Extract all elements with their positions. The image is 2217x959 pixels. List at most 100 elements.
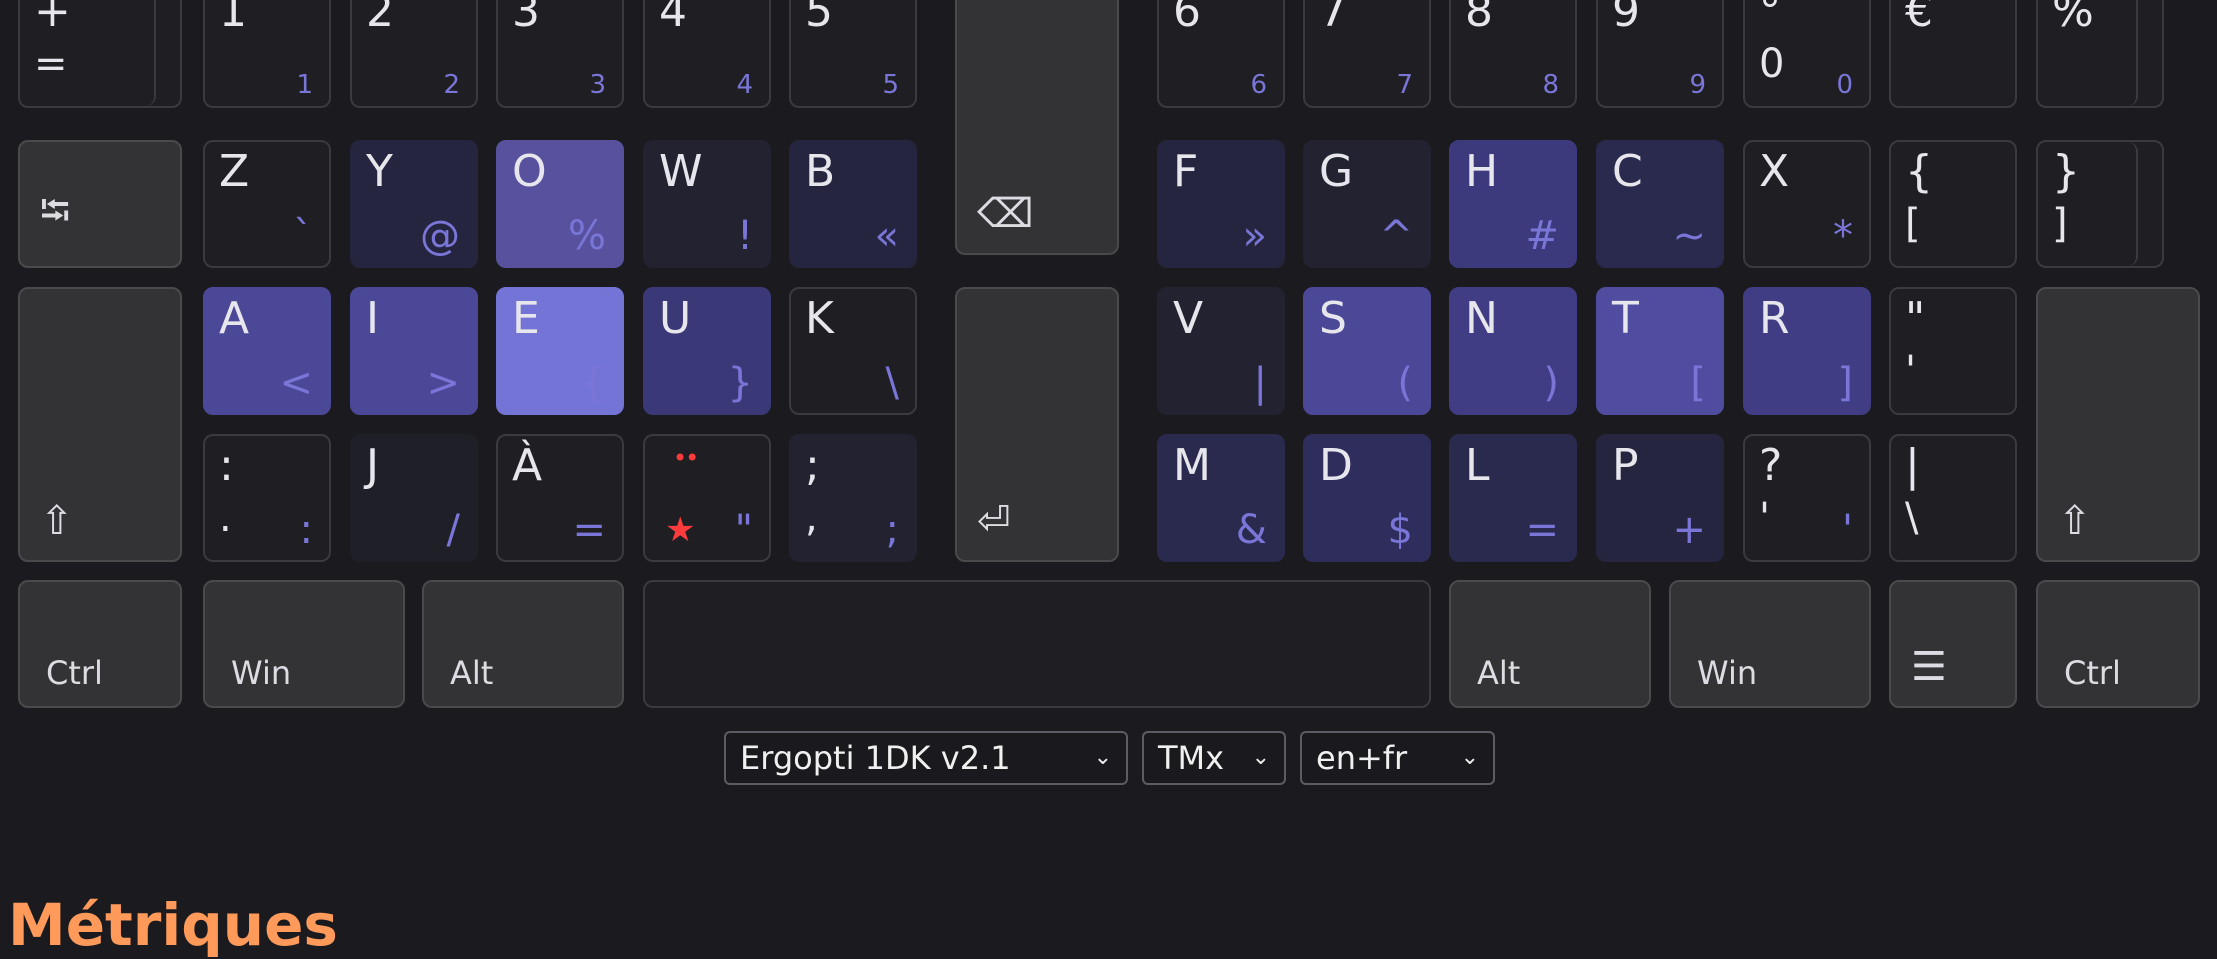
key-main-char: { — [1905, 146, 1933, 197]
key-alt-char: ' — [1842, 507, 1853, 553]
key-lower-char: [ — [1905, 201, 1921, 247]
key-9[interactable]: 99 — [1596, 0, 1724, 108]
key-i[interactable]: I > — [350, 287, 478, 415]
key-u[interactable]: U} — [643, 287, 771, 415]
key-alt-char: = — [572, 507, 606, 553]
key-main-char: M — [1173, 440, 1211, 491]
key-t[interactable]: T[ — [1596, 287, 1724, 415]
key-alt-char: 2 — [443, 70, 460, 100]
key-v[interactable]: V | — [1157, 287, 1285, 415]
key-m[interactable]: M & — [1157, 434, 1285, 562]
key-l[interactable]: L = — [1449, 434, 1577, 562]
key-r[interactable]: R] — [1743, 287, 1871, 415]
key-8[interactable]: 88 — [1449, 0, 1577, 108]
key-label: Ctrl — [2064, 654, 2121, 692]
key-f[interactable]: F» — [1157, 140, 1285, 268]
key-question[interactable]: ? ' ' — [1743, 434, 1871, 562]
key-5[interactable]: 55 — [789, 0, 917, 108]
key-b[interactable]: B « — [789, 140, 917, 268]
key-main-char: ; — [805, 440, 820, 491]
key-alt-char: > — [426, 360, 460, 406]
key-semicolon[interactable]: ;,; — [789, 434, 917, 562]
variant-select[interactable]: TMx ⌄ — [1142, 731, 1286, 785]
key-p[interactable]: P + — [1596, 434, 1724, 562]
key-label: Alt — [450, 654, 494, 692]
key-7[interactable]: 77 — [1303, 0, 1431, 108]
key-1[interactable]: 11 — [203, 0, 331, 108]
key-d[interactable]: D $ — [1303, 434, 1431, 562]
key-z[interactable]: Z ` — [203, 140, 331, 268]
key-main-char: R — [1759, 293, 1790, 344]
key-s[interactable]: S( — [1303, 287, 1431, 415]
key-pipe[interactable]: | \ — [1889, 434, 2017, 562]
language-select[interactable]: en+fr ⌄ — [1300, 731, 1495, 785]
key-euro[interactable]: € — [1889, 0, 2017, 108]
key-c[interactable]: C ~ — [1596, 140, 1724, 268]
key-h[interactable]: H # — [1449, 140, 1577, 268]
key-x[interactable]: X * — [1743, 140, 1871, 268]
key-alt-right[interactable]: Alt — [1449, 580, 1651, 708]
key-2[interactable]: 22 — [350, 0, 478, 108]
key-y[interactable]: Y @ — [350, 140, 478, 268]
key-enter[interactable]: ⏎ — [955, 287, 1119, 562]
backspace-icon: ⌫ — [977, 191, 1034, 237]
key-alt-char: @ — [420, 213, 460, 259]
key-0[interactable]: ° 0 0 — [1743, 0, 1871, 108]
key-main-char: K — [805, 293, 834, 344]
key-n[interactable]: N) — [1449, 287, 1577, 415]
chevron-down-icon: ⌄ — [1460, 745, 1479, 770]
key-backspace[interactable]: ⌫ — [955, 0, 1119, 255]
key-shift-right[interactable]: ⇧ — [2036, 287, 2200, 562]
key-alt-char: ) — [1543, 360, 1559, 406]
key-alt-char: 4 — [736, 70, 753, 100]
key-tab[interactable]: ⭾ — [18, 140, 182, 268]
key-a-grave[interactable]: À = — [496, 434, 624, 562]
key-main-char: N — [1465, 293, 1498, 344]
key-e[interactable]: E{ — [496, 287, 624, 415]
key-main-char: " — [1905, 293, 1926, 344]
key-main-char: H — [1465, 146, 1499, 197]
key-plus-equals[interactable]: + = — [18, 0, 182, 108]
key-lower-char: \ — [1905, 495, 1919, 541]
key-w[interactable]: W! — [643, 140, 771, 268]
key-lower-char: , — [805, 495, 818, 541]
key-g[interactable]: G ^ — [1303, 140, 1431, 268]
key-main-char: : — [219, 440, 234, 491]
key-6[interactable]: 66 — [1157, 0, 1285, 108]
key-main-char: ° — [1759, 0, 1781, 37]
key-menu[interactable]: ☰ — [1889, 580, 2017, 708]
key-alt-char: { — [580, 360, 606, 406]
key-a[interactable]: A < — [203, 287, 331, 415]
key-ctrl-right[interactable]: Ctrl — [2036, 580, 2200, 708]
key-brace-bracket-right[interactable]: }] — [2036, 140, 2164, 268]
key-alt-char: » — [1242, 213, 1267, 259]
key-alt-char: \ — [885, 360, 899, 406]
key-alt-char: [ — [1690, 360, 1706, 406]
key-main-char: 8 — [1465, 0, 1493, 37]
layout-select[interactable]: Ergopti 1DK v2.1 ⌄ — [724, 731, 1128, 785]
key-colon[interactable]: :.: — [203, 434, 331, 562]
key-dead-key[interactable]: " •• ★ — [643, 434, 771, 562]
key-alt-char: | — [1253, 360, 1267, 406]
key-brace-bracket-left[interactable]: {[ — [1889, 140, 2017, 268]
star-icon: ★ — [665, 510, 696, 550]
key-alt-left[interactable]: Alt — [422, 580, 624, 708]
key-3[interactable]: 33 — [496, 0, 624, 108]
key-j[interactable]: J / — [350, 434, 478, 562]
key-shift-left[interactable]: ⇧ — [18, 287, 182, 562]
key-ctrl-left[interactable]: Ctrl — [18, 580, 182, 708]
key-alt-char: 5 — [882, 70, 899, 100]
key-main-char: 5 — [805, 0, 833, 37]
key-k[interactable]: K \ — [789, 287, 917, 415]
key-win-right[interactable]: Win — [1669, 580, 1871, 708]
shift-icon: ⇧ — [40, 498, 74, 544]
key-space[interactable] — [643, 580, 1431, 708]
key-win-left[interactable]: Win — [203, 580, 405, 708]
key-quotes[interactable]: " ' — [1889, 287, 2017, 415]
key-o[interactable]: O% — [496, 140, 624, 268]
key-main-char: 7 — [1319, 0, 1347, 37]
key-percent[interactable]: % — [2036, 0, 2164, 108]
key-main-char: } — [2052, 146, 2080, 197]
key-alt-char: & — [1235, 507, 1267, 553]
key-4[interactable]: 44 — [643, 0, 771, 108]
